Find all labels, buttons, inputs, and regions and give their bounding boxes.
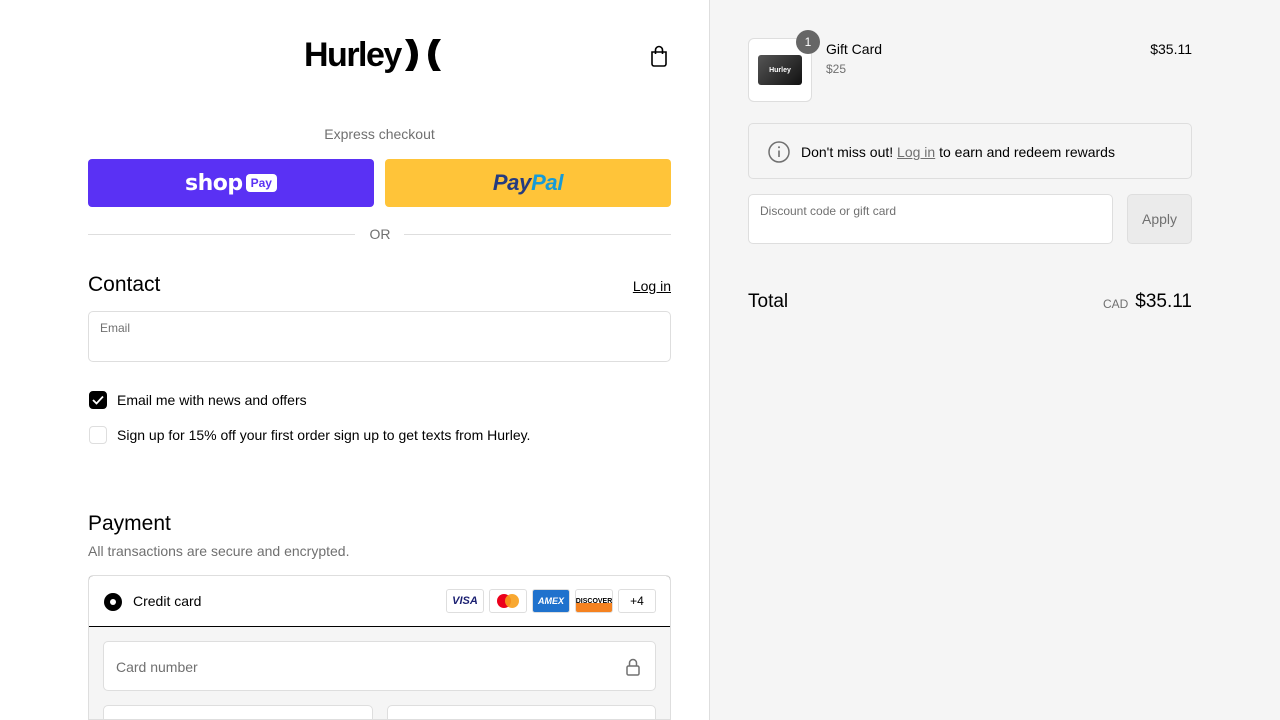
more-brands-badge: +4 [618,589,656,613]
discount-code-label: Discount code or gift card [760,204,897,218]
mastercard-icon [489,589,527,613]
payment-methods: Credit card VISA AMEX DISCOVER +4 Card n… [88,575,671,720]
or-divider-left [88,234,355,235]
apply-discount-button[interactable]: Apply [1127,194,1192,244]
lock-icon [626,658,640,676]
express-checkout-label: Express checkout [324,126,435,142]
rewards-login-link[interactable]: Log in [897,144,935,160]
or-divider-right [404,234,671,235]
expiration-field[interactable] [103,705,373,719]
cart-button[interactable] [646,42,672,70]
news-offers-label: Email me with news and offers [117,392,307,408]
sms-signup-checkbox[interactable] [89,426,107,444]
hurley-mark-icon [404,39,441,71]
payment-subtitle: All transactions are secure and encrypte… [88,543,350,559]
item-name: Gift Card [826,41,883,57]
shop-pay-pill: Pay [245,174,277,192]
shop-pay-button[interactable]: shop Pay [88,159,374,207]
contact-heading: Contact [88,273,161,296]
order-summary: Hurley 1 Gift Card $25 $35.11 Don't miss… [710,0,1280,720]
hurley-logo[interactable]: Hurley [304,36,456,74]
discount-code-field[interactable]: Discount code or gift card [748,194,1113,244]
checkout-main: Hurley Express checkout shop Pay PayPal … [0,0,709,720]
info-icon [768,141,790,163]
email-field[interactable]: Email [88,311,671,362]
news-offers-checkbox[interactable] [89,391,107,409]
visa-icon: VISA [446,589,484,613]
sms-signup-label: Sign up for 15% off your first order sig… [117,427,531,443]
credit-card-option[interactable]: Credit card VISA AMEX DISCOVER +4 [89,576,670,627]
card-number-field[interactable]: Card number [103,641,656,691]
logo-text: Hurley [304,36,402,74]
card-number-placeholder: Card number [116,659,198,675]
discover-icon: DISCOVER [575,589,613,613]
payment-heading: Payment [88,512,171,535]
credit-card-label: Credit card [133,593,202,609]
security-code-field[interactable] [387,705,656,719]
item-price: $35.11 [1150,41,1192,57]
paypal-logo: PayPal [492,170,564,195]
or-divider-text: OR [369,226,391,242]
total-label: Total [748,291,789,312]
credit-card-radio[interactable] [104,593,122,611]
total-currency: CAD [1103,297,1129,311]
amex-icon: AMEX [532,589,570,613]
checkmark-icon [92,395,104,405]
total-amount: $35.11 [1135,291,1192,312]
item-variant: $25 [826,62,847,76]
gift-card-image: Hurley [758,55,802,85]
shop-pay-word: shop [185,170,243,196]
contact-login-link[interactable]: Log in [620,278,671,294]
rewards-text: Don't miss out! Log in to earn and redee… [801,144,1115,160]
rewards-banner: Don't miss out! Log in to earn and redee… [748,123,1192,179]
paypal-button[interactable]: PayPal [385,159,671,207]
quantity-badge: 1 [796,30,820,54]
shopping-bag-icon [651,45,667,67]
email-field-label: Email [100,321,131,335]
